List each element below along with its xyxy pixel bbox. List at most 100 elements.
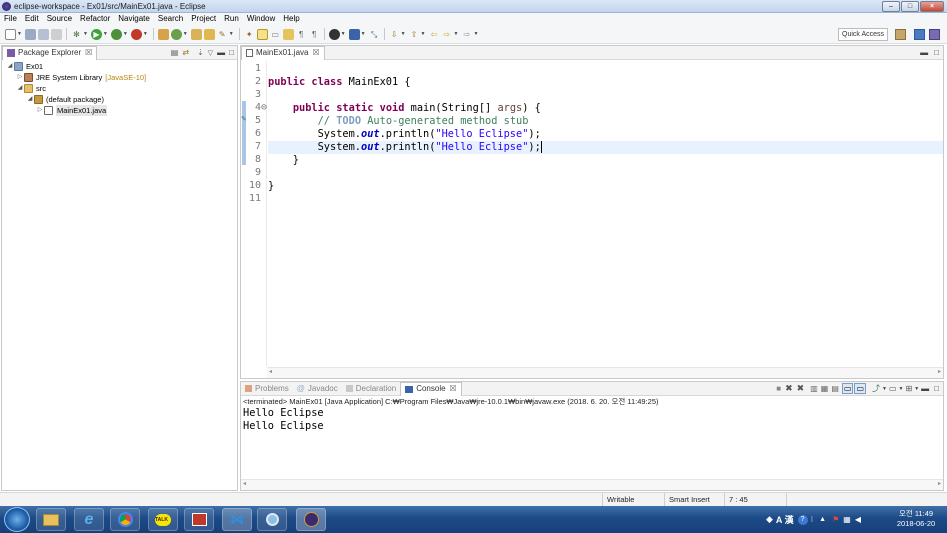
paragraph-icon[interactable]: ¶ [309, 29, 320, 40]
minimize-view-icon[interactable]: ▬ [920, 48, 928, 57]
coverage-icon[interactable] [110, 28, 122, 40]
tree-item-mainex01[interactable]: ▷ MainEx01.java [6, 105, 237, 116]
view-menu-icon[interactable]: ⇣ [197, 48, 204, 57]
internet-explorer-icon[interactable]: e [74, 508, 104, 531]
link-with-editor-icon[interactable]: ⇄ [182, 48, 189, 57]
scroll-left-icon[interactable]: ◂ [269, 368, 272, 375]
close-tab-icon[interactable]: ☒ [450, 382, 457, 396]
open-folder-icon[interactable] [203, 28, 215, 40]
ime-indicator[interactable]: A 漢 [776, 513, 794, 526]
menu-help[interactable]: Help [279, 13, 303, 25]
toggle-highlight-icon[interactable] [256, 28, 268, 40]
open-type-icon[interactable] [190, 28, 202, 40]
external-tools-icon[interactable] [130, 28, 142, 40]
start-button[interactable] [4, 507, 30, 532]
expand-arrow-icon[interactable]: ◢ [16, 83, 24, 94]
expand-arrow-icon[interactable]: ◢ [26, 94, 34, 105]
network-icon[interactable]: ▦ [843, 515, 851, 524]
new-package-icon[interactable] [170, 28, 182, 40]
quick-access-input[interactable]: Quick Access [838, 28, 888, 41]
java-ee-perspective-icon[interactable] [914, 29, 925, 40]
maximize-view-icon[interactable]: □ [934, 48, 939, 57]
print-icon[interactable] [50, 28, 62, 40]
display-console-icon[interactable]: ▭ [889, 384, 897, 393]
clock[interactable]: 오전 11:49 2018-06-20 [888, 509, 944, 529]
editor-horizontal-scrollbar[interactable]: ◂ ▸ [267, 367, 943, 378]
show-on-stderr-icon[interactable]: ▭ [854, 383, 867, 394]
minimize-view-icon[interactable]: ▬ [921, 384, 929, 393]
previous-annotation-icon[interactable]: ⇧ [409, 29, 420, 40]
help-icon[interactable]: ? [797, 514, 808, 525]
skip-breakpoints-icon[interactable]: ⤡ [369, 29, 380, 40]
open-perspective-icon[interactable] [895, 29, 906, 40]
close-button[interactable]: × [920, 1, 944, 12]
minimize-view-icon[interactable]: ▬ [217, 48, 225, 57]
scroll-right-icon[interactable]: ▸ [938, 368, 941, 375]
menu-run[interactable]: Run [220, 13, 243, 25]
menu-navigate[interactable]: Navigate [114, 13, 154, 25]
collapse-arrow-icon[interactable]: ▷ [36, 105, 44, 116]
remove-launch-icon[interactable]: ✖ [785, 383, 793, 394]
close-tab-icon[interactable]: ☒ [85, 46, 92, 60]
new-java-project-icon[interactable] [157, 28, 169, 40]
save-all-icon[interactable] [37, 28, 49, 40]
clear-console-icon[interactable]: ▦ [821, 384, 829, 393]
visual-studio-code-icon[interactable]: ⋈ [222, 508, 252, 531]
new-icon[interactable] [5, 28, 16, 40]
scroll-lock-icon[interactable]: ▥ [810, 384, 818, 393]
menu-search[interactable]: Search [154, 13, 187, 25]
tab-mainex01-java[interactable]: MainEx01.java ☒ [241, 45, 325, 60]
console-horizontal-scrollbar[interactable]: ◂ ▸ [241, 479, 943, 490]
terminate-icon[interactable]: ■ [776, 384, 781, 393]
view-menu-chevron-icon[interactable]: ▽ [208, 49, 213, 57]
console-output[interactable]: Hello Eclipse Hello Eclipse [241, 407, 943, 433]
collapse-arrow-icon[interactable]: ▷ [16, 72, 24, 83]
menu-window[interactable]: Window [243, 13, 279, 25]
settings-tray-icon[interactable]: ⁝ [811, 515, 814, 524]
new-console-icon[interactable]: ⊞ [906, 384, 913, 393]
maximize-view-icon[interactable]: □ [229, 48, 234, 57]
debug-icon[interactable]: ✻ [71, 29, 82, 40]
close-tab-icon[interactable]: ☒ [312, 46, 319, 60]
tree-item-src[interactable]: ◢ src [6, 83, 237, 94]
menu-source[interactable]: Source [43, 13, 76, 25]
volume-icon[interactable]: ◀ [855, 515, 861, 524]
java-perspective-icon[interactable] [929, 29, 940, 40]
file-explorer-icon[interactable] [36, 508, 66, 531]
menu-project[interactable]: Project [187, 13, 220, 25]
scroll-left-icon[interactable]: ◂ [243, 480, 246, 487]
tab-package-explorer[interactable]: Package Explorer ☒ [2, 45, 98, 60]
run-icon[interactable]: ▶ [90, 28, 102, 40]
console-toolbar-icon[interactable] [348, 28, 360, 40]
tree-item-default-package[interactable]: ◢ (default package) [6, 94, 237, 105]
show-whitespace-icon[interactable]: ¶ [296, 29, 307, 40]
expand-arrow-icon[interactable]: ◢ [6, 61, 14, 72]
task-icon[interactable] [328, 28, 340, 40]
back-icon[interactable]: ⇦ [428, 29, 439, 40]
pin-console-icon[interactable]: ▤ [831, 384, 839, 393]
maximize-view-icon[interactable]: □ [934, 384, 939, 393]
save-icon[interactable] [24, 28, 36, 40]
remove-all-terminated-icon[interactable]: ✖ [797, 383, 805, 394]
pdf-app-icon[interactable] [184, 508, 214, 531]
menu-refactor[interactable]: Refactor [76, 13, 114, 25]
eclipse-taskbar-icon[interactable] [296, 508, 326, 531]
collapse-all-icon[interactable]: ▤ [171, 48, 179, 57]
open-console-icon[interactable]: ⤴ [872, 383, 880, 394]
code-area[interactable]: public class MainEx01 { public static vo… [268, 61, 943, 366]
minimize-button[interactable]: – [882, 1, 900, 12]
tree-item-jre[interactable]: ▷ JRE System Library [JavaSE-10] [6, 72, 237, 83]
chrome-icon[interactable] [110, 508, 140, 531]
word-wrap-icon[interactable] [282, 28, 294, 40]
action-center-icon[interactable]: ⚑ [832, 515, 839, 524]
scroll-right-icon[interactable]: ▸ [938, 480, 941, 487]
nav-forward-icon[interactable]: ⇨ [461, 29, 472, 40]
next-annotation-icon[interactable]: ⇩ [389, 29, 400, 40]
show-hidden-icons-icon[interactable]: ▲ [819, 516, 826, 523]
search-icon[interactable]: ✎ [217, 29, 228, 40]
menu-edit[interactable]: Edit [21, 13, 43, 25]
forward-icon[interactable]: ⇨ [441, 29, 452, 40]
tab-javadoc[interactable]: @ Javadoc [293, 382, 342, 396]
magnifier-app-icon[interactable] [257, 508, 287, 531]
tree-item-project[interactable]: ◢ Ex01 [6, 61, 237, 72]
